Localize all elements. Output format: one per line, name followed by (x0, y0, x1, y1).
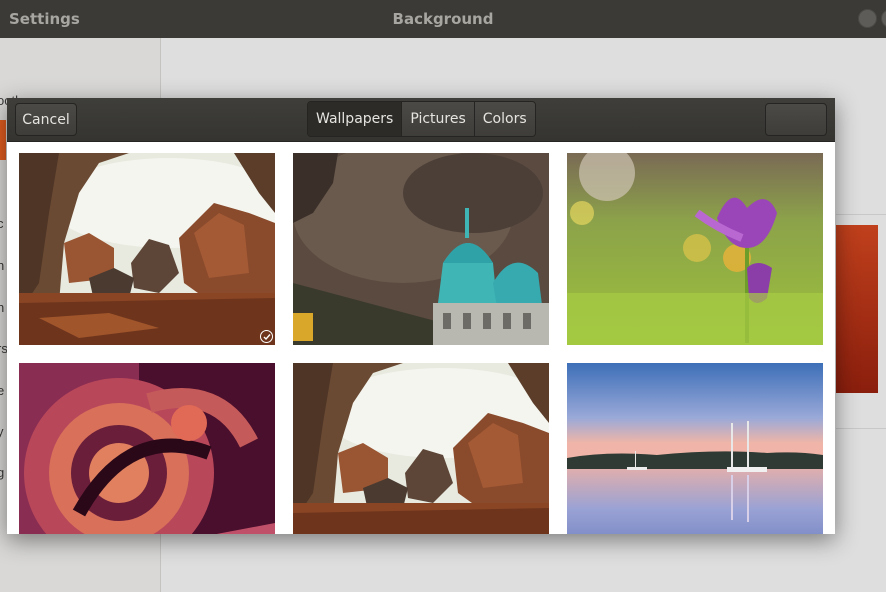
select-button[interactable] (765, 103, 827, 136)
sidebar-item-label[interactable]: g (0, 465, 4, 480)
sidebar-item-label[interactable]: n (0, 300, 4, 315)
tab-pictures[interactable]: Pictures (401, 102, 474, 136)
window-titlebar: Settings Background (0, 0, 886, 38)
window-title: Background (392, 10, 494, 28)
divider (836, 214, 886, 215)
sidebar-item-label[interactable]: e (0, 383, 4, 398)
sidebar-item-label[interactable]: c (0, 216, 4, 231)
divider (836, 428, 886, 429)
abstract-swirl-image (19, 363, 275, 534)
tab-colors[interactable]: Colors (473, 102, 535, 136)
tab-wallpapers[interactable]: Wallpapers (308, 102, 402, 136)
lake-harbor-image (567, 363, 823, 534)
background-chooser-dialog: Cancel Wallpapers Pictures Colors (7, 98, 835, 534)
current-background-preview[interactable] (836, 225, 878, 393)
wallpaper-thumbnail-crocus-flower[interactable] (567, 153, 823, 345)
minimize-button[interactable] (858, 9, 877, 28)
wallpaper-thumbnail-rocky-canyon[interactable] (19, 153, 275, 345)
source-tabs: Wallpapers Pictures Colors (307, 101, 536, 137)
sidebar-item-label[interactable]: n (0, 258, 4, 273)
crocus-flower-image (567, 153, 823, 345)
dialog-header: Cancel Wallpapers Pictures Colors (7, 98, 835, 142)
sidebar-item-label[interactable]: y (0, 424, 4, 439)
wallpaper-thumbnail-cathedral-dome[interactable] (293, 153, 549, 345)
wallpaper-thumbnail-rocky-canyon[interactable] (293, 363, 549, 534)
selected-check-icon (260, 330, 273, 343)
cathedral-dome-image (293, 153, 549, 345)
wallpaper-thumbnail-lake-harbor[interactable] (567, 363, 823, 534)
wallpaper-thumbnail-abstract-swirl[interactable] (19, 363, 275, 534)
rocky-canyon-image (19, 153, 275, 345)
cancel-button[interactable]: Cancel (15, 103, 77, 136)
rocky-canyon-image (293, 363, 549, 534)
sidebar-selected-indicator (0, 120, 6, 160)
